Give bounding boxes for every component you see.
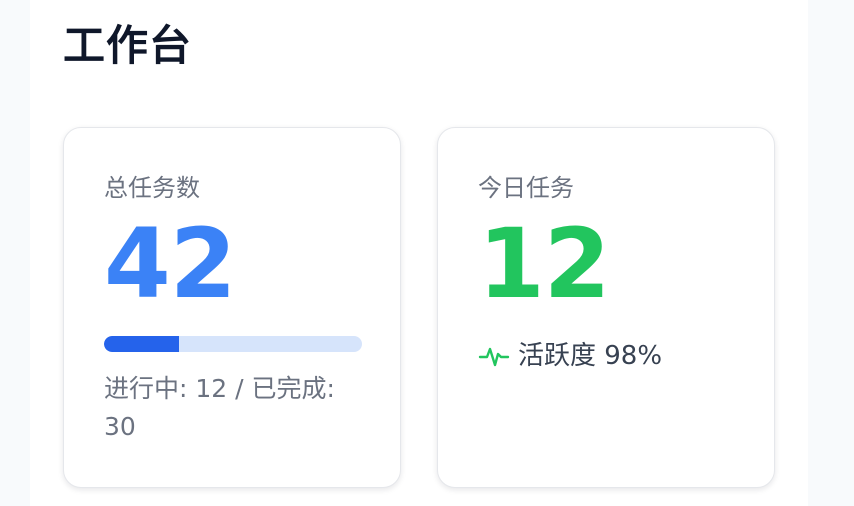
task-progress-fill [104, 336, 179, 352]
activity-indicator: 活跃度 98% [478, 338, 662, 374]
task-progress-bar [104, 336, 362, 352]
today-tasks-card: 今日任务 12 活跃度 98% [437, 127, 775, 488]
total-tasks-label: 总任务数 [104, 174, 200, 202]
page-title: 工作台 [63, 21, 193, 70]
activity-pulse-icon [478, 340, 510, 372]
today-tasks-label: 今日任务 [478, 174, 574, 202]
today-tasks-value: 12 [478, 208, 611, 320]
total-tasks-value: 42 [104, 208, 237, 320]
activity-text: 活跃度 98% [518, 341, 663, 371]
task-progress-caption: 进行中: 12 / 已完成: 30 [104, 374, 335, 441]
total-tasks-card: 总任务数 42 进行中: 12 / 已完成: 30 [63, 127, 401, 488]
